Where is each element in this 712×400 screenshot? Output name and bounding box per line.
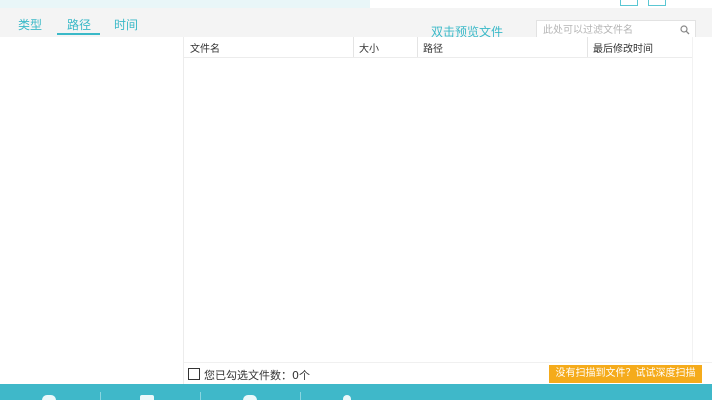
globe-icon[interactable] — [42, 395, 56, 400]
bottom-toolbar — [0, 384, 712, 400]
deep-scan-button[interactable]: 没有扫描到文件？试试深度扫描 — [549, 365, 702, 383]
toolbar-divider — [100, 392, 101, 400]
column-header-modified-time[interactable]: 最后修改时间 — [593, 40, 653, 55]
select-all-checkbox[interactable] — [188, 368, 200, 380]
list-view-icon[interactable] — [648, 0, 666, 6]
path-tree-panel[interactable] — [0, 37, 184, 384]
column-divider[interactable] — [417, 37, 418, 57]
footer-bar: 您已勾选文件数：0个 没有扫描到文件？试试深度扫描 — [184, 362, 712, 385]
toolbar-divider — [300, 392, 301, 400]
file-table: 文件名 大小 路径 最后修改时间 — [184, 37, 712, 362]
search-icon[interactable] — [680, 25, 690, 35]
table-header: 文件名 大小 路径 最后修改时间 — [184, 37, 692, 58]
search-input[interactable] — [543, 23, 673, 37]
document-icon[interactable] — [140, 395, 154, 400]
column-divider[interactable] — [587, 37, 588, 57]
column-divider[interactable] — [353, 37, 354, 57]
tab-path[interactable]: 路径 — [67, 16, 91, 33]
table-scroll-edge — [692, 37, 693, 362]
active-tab-indicator — [57, 33, 100, 35]
column-header-size[interactable]: 大小 — [359, 40, 379, 55]
tab-time[interactable]: 时间 — [114, 16, 138, 33]
grid-view-icon[interactable] — [620, 0, 638, 6]
edit-icon[interactable] — [343, 395, 351, 400]
toolbar-divider — [200, 392, 201, 400]
selected-count-label: 您已勾选文件数：0个 — [204, 369, 310, 382]
column-header-filename[interactable]: 文件名 — [190, 40, 220, 55]
phone-icon[interactable] — [243, 395, 257, 400]
column-header-path[interactable]: 路径 — [423, 40, 443, 55]
tab-bar: 类型 路径 时间 双击预览文件 — [0, 8, 712, 41]
tab-type[interactable]: 类型 — [18, 16, 42, 33]
